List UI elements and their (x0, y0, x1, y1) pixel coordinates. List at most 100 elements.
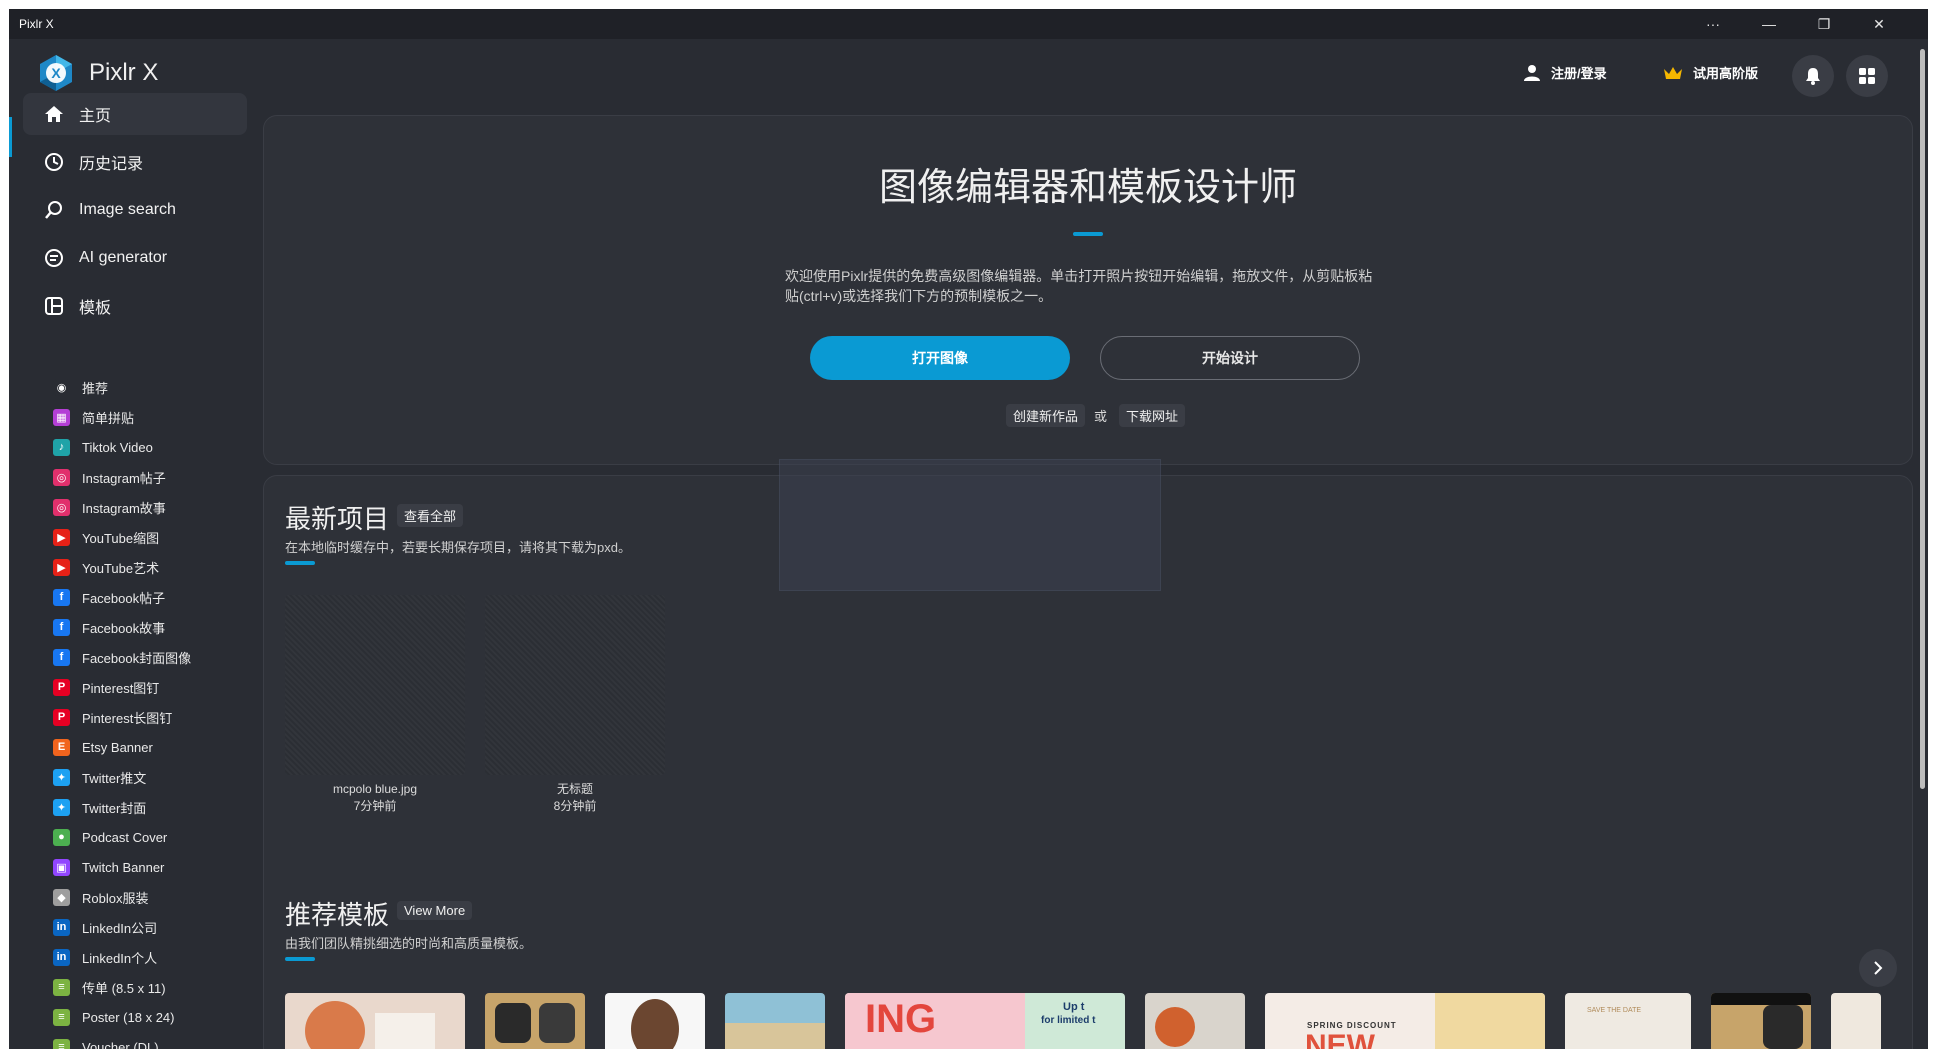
pixlr-logo-icon[interactable]: X (37, 54, 75, 92)
template-category-item[interactable]: E Etsy Banner (53, 735, 153, 759)
template-category-item[interactable]: ✦ Twitter封面 (53, 795, 146, 819)
view-more-button[interactable]: View More (397, 901, 473, 920)
restore-button[interactable]: ❐ (1801, 9, 1847, 39)
linkedin-icon: in (53, 918, 70, 936)
template-thumb[interactable] (1711, 993, 1811, 1049)
twitter-icon: ✦ (53, 798, 70, 816)
twitter-icon: ✦ (53, 768, 70, 786)
template-thumb[interactable]: SAVE THE DATE (1565, 993, 1691, 1049)
ai-icon (45, 249, 63, 267)
project-name: mcpolo blue.jpg (332, 782, 418, 796)
template-category-item[interactable]: f Facebook封面图像 (53, 645, 191, 669)
hero-description: 欢迎使用Pixlr提供的免费高级图像编辑器。单击打开照片按钮开始编辑，拖放文件，… (785, 268, 1373, 304)
template-category-label: Twitter封面 (82, 800, 147, 816)
nav-home[interactable]: 主页 (23, 93, 247, 135)
or-label: 或 (1094, 409, 1108, 424)
template-category-item[interactable]: in LinkedIn个人 (53, 945, 157, 969)
minimize-button[interactable]: — (1746, 9, 1792, 39)
template-thumb[interactable] (485, 993, 585, 1049)
template-category-item[interactable]: ● Podcast Cover (53, 825, 167, 849)
template-text: SAVE THE DATE (1587, 1007, 1642, 1014)
scrollbar[interactable] (1920, 49, 1925, 789)
notification-button[interactable] (1792, 55, 1834, 97)
template-category-item[interactable]: ▣ Twitch Banner (53, 855, 164, 879)
template-category-item[interactable]: ◉ 推荐 (53, 375, 108, 399)
template-category-item[interactable]: P Pinterest图钉 (53, 675, 159, 699)
carousel-next-button[interactable] (1859, 949, 1897, 987)
eye-icon: ◉ (53, 378, 70, 396)
template-text: NEW (1305, 1029, 1375, 1049)
faded-dialog-overlay (779, 459, 1161, 591)
premium-label: 试用高阶版 (1693, 66, 1759, 81)
template-thumb[interactable]: SPRING DISCOUNT NEW (1265, 993, 1545, 1049)
template-category-item[interactable]: ◎ Instagram故事 (53, 495, 166, 519)
template-thumb[interactable] (1831, 993, 1881, 1049)
recommended-underline (285, 957, 315, 961)
create-new-link[interactable]: 创建新作品 (1006, 404, 1086, 427)
template-category-item[interactable]: P Pinterest长图钉 (53, 705, 172, 729)
collage-icon: ▦ (53, 408, 70, 426)
template-category-item[interactable]: ≡ Poster (18 x 24) (53, 1005, 175, 1029)
pinterest-icon: P (53, 678, 70, 696)
more-options-button[interactable]: ··· (1690, 9, 1736, 39)
template-category-label: LinkedIn公司 (82, 920, 158, 936)
template-thumb[interactable] (285, 993, 465, 1049)
template-category-item[interactable]: in LinkedIn公司 (53, 915, 157, 939)
template-thumb[interactable] (1145, 993, 1245, 1049)
template-category-item[interactable]: ▶ YouTube艺术 (53, 555, 159, 579)
template-category-item[interactable]: ♪ Tiktok Video (53, 435, 153, 459)
template-text: Up t (1063, 1001, 1085, 1013)
instagram-icon: ◎ (53, 468, 70, 486)
nav-templates[interactable]: 模板 (23, 285, 247, 327)
nav-history[interactable]: 历史记录 (23, 141, 247, 183)
template-category-item[interactable]: ≡ 传单 (8.5 x 11) (53, 975, 166, 999)
apps-grid-button[interactable] (1846, 55, 1888, 97)
etsy-icon: E (53, 738, 70, 756)
grid-icon (1859, 68, 1875, 84)
template-category-item[interactable]: ◆ Roblox服装 (53, 885, 148, 909)
template-category-label: LinkedIn个人 (82, 950, 158, 966)
template-category-item[interactable]: ◎ Instagram帖子 (53, 465, 166, 489)
app-header: X Pixlr X 注册/登录 试用高阶版 (9, 39, 1928, 99)
template-thumb[interactable]: ING Up t for limited t (845, 993, 1125, 1049)
recent-project-thumb[interactable] (285, 595, 465, 775)
bell-icon (1806, 68, 1820, 85)
hero-title: 图像编辑器和模板设计师 (878, 167, 1297, 209)
linkedin-icon: in (53, 948, 70, 966)
clock-icon (45, 153, 63, 171)
nav-ai-generator-label: AI generator (79, 249, 168, 266)
template-thumb[interactable] (725, 993, 825, 1049)
view-all-button[interactable]: 查看全部 (397, 504, 464, 527)
template-category-item[interactable]: ≡ Voucher (DL) (53, 1035, 159, 1049)
active-nav-indicator (9, 117, 12, 157)
nav-ai-generator[interactable]: AI generator (23, 237, 247, 279)
login-button[interactable]: 注册/登录 (1523, 63, 1607, 82)
template-thumb[interactable] (605, 993, 705, 1049)
template-category-label: 简单拼贴 (82, 410, 135, 426)
template-category-item[interactable]: ▦ 简单拼贴 (53, 405, 134, 429)
home-icon (45, 106, 63, 122)
roblox-icon: ◆ (53, 888, 70, 906)
tiktok-icon: ♪ (53, 438, 70, 456)
template-category-label: YouTube缩图 (82, 530, 160, 546)
youtube-icon: ▶ (53, 528, 70, 546)
template-category-item[interactable]: f Facebook帖子 (53, 585, 165, 609)
template-category-item[interactable]: f Facebook故事 (53, 615, 165, 639)
template-category-item[interactable]: ▶ YouTube缩图 (53, 525, 159, 549)
template-category-item[interactable]: ✦ Twitter推文 (53, 765, 146, 789)
template-category-label: Facebook帖子 (82, 590, 166, 606)
start-design-button[interactable]: 开始设计 (1100, 336, 1360, 380)
premium-button[interactable]: 试用高阶版 (1663, 63, 1758, 82)
template-category-label: Voucher (DL) (82, 1039, 159, 1050)
open-image-button[interactable]: 打开图像 (810, 336, 1070, 380)
hero-panel: 图像编辑器和模板设计师 欢迎使用Pixlr提供的免费高级图像编辑器。单击打开照片… (263, 115, 1913, 465)
download-url-link[interactable]: 下载网址 (1119, 404, 1186, 427)
youtube-icon: ▶ (53, 558, 70, 576)
close-button[interactable]: ✕ (1856, 9, 1902, 39)
template-category-label: Instagram帖子 (82, 470, 166, 486)
facebook-icon: f (53, 648, 70, 666)
svg-text:X: X (51, 65, 61, 81)
recent-project-thumb[interactable] (485, 595, 665, 775)
nav-image-search[interactable]: Image search (23, 189, 247, 231)
template-category-label: Twitter推文 (82, 770, 147, 786)
